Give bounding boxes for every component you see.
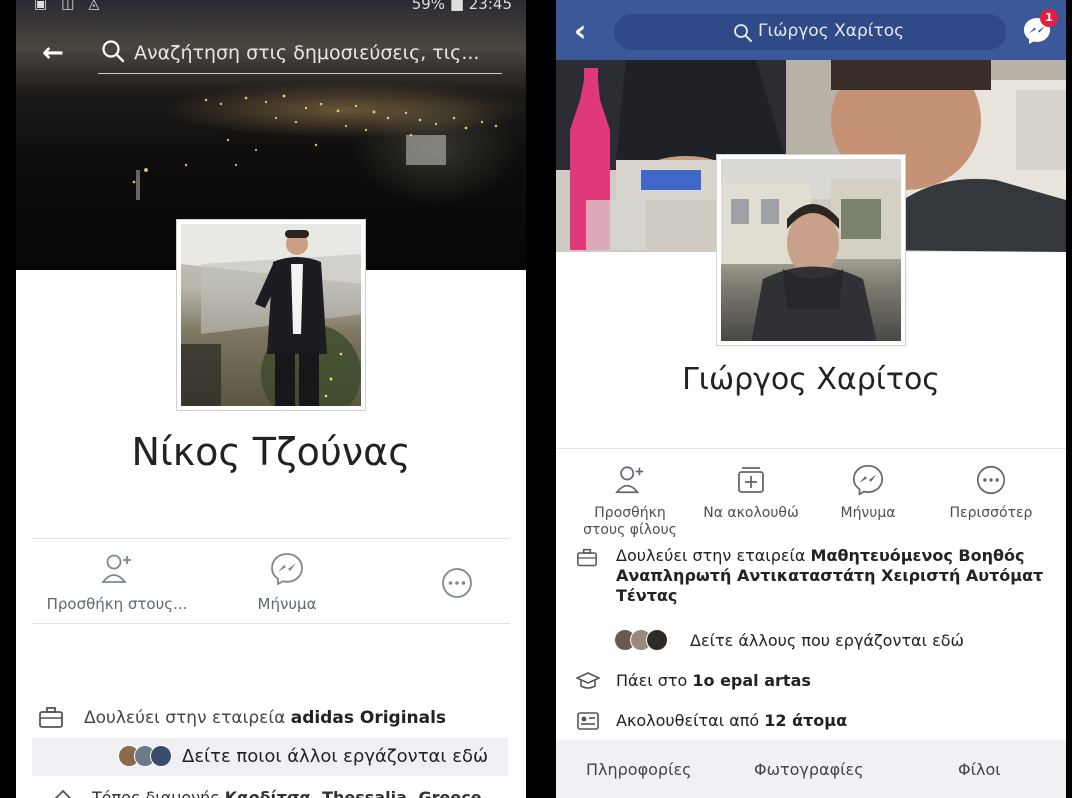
see-coworkers-text: Δείτε ποιοι άλλοι εργάζονται εδώ — [182, 746, 489, 767]
search-query: Γιώργος Χαρίτος — [758, 21, 905, 41]
young-man-hoodie-photo — [721, 159, 901, 341]
left-profile-screenshot: ▣◫◬ 59% ■ 23:45 ← Αναζήτηση στις δημοσιε… — [16, 0, 526, 798]
profile-picture[interactable] — [716, 154, 906, 346]
back-chevron-icon[interactable]: ‹ — [574, 14, 586, 49]
add-friend-icon — [101, 554, 131, 583]
tab-photos[interactable]: Φωτογραφίες — [754, 760, 864, 779]
hometown-value[interactable]: Καρδίτσα, Thessalia, Greece — [225, 788, 482, 798]
followers-icon — [577, 712, 599, 730]
more-options-icon — [976, 465, 1006, 495]
search-icon — [102, 40, 125, 63]
school-name[interactable]: 1ο epal artas — [692, 671, 811, 690]
school-prefix: Πάει στο — [616, 671, 693, 690]
message-button[interactable]: Μήνυμα — [818, 463, 918, 522]
search-field[interactable]: Γιώργος Χαρίτος — [614, 14, 1006, 50]
tab-friends[interactable]: Φίλοι — [958, 760, 1001, 779]
followers-count[interactable]: 12 άτομα — [764, 711, 847, 730]
messenger-icon — [852, 464, 884, 496]
search-placeholder: Αναζήτηση στις δημοσιεύσεις, τις... — [134, 42, 480, 64]
see-coworkers-link[interactable]: Δείτε ποιοι άλλοι εργάζονται εδώ — [32, 738, 508, 776]
more-button[interactable]: Περισσότερ — [936, 463, 1046, 522]
profile-tabs: Πληροφορίες Φωτογραφίες Φίλοι — [556, 740, 1066, 798]
work-row[interactable]: Δουλεύει στην εταιρεία Μαθητευόμενος Βοη… — [556, 546, 1066, 608]
add-friend-button[interactable]: Προσθήκη στους... — [42, 551, 192, 613]
status-bar: ▣◫◬ 59% ■ 23:45 — [16, 0, 526, 18]
add-friend-label-1: Προσθήκη — [594, 505, 666, 521]
followers-prefix: Ακολουθείται από — [616, 711, 765, 730]
see-coworkers-link[interactable]: Δείτε άλλους που εργάζονται εδώ — [556, 628, 1066, 654]
graduation-cap-icon — [576, 672, 600, 689]
home-icon — [54, 789, 72, 798]
hometown-row: Τόπος διαμονής Καρδίτσα, Thessalia, Gree… — [32, 786, 510, 798]
work-row[interactable]: Δουλεύει στην εταιρεία adidas Originals — [32, 700, 510, 736]
coworker-avatars — [614, 629, 668, 651]
hometown-prefix: Τόπος διαμονής — [92, 788, 225, 798]
work-title-line3[interactable]: Τέντας — [616, 586, 677, 605]
more-label: Περισσότερ — [949, 505, 1033, 521]
message-button[interactable]: Μήνυμα — [232, 551, 342, 613]
add-friend-icon — [615, 466, 644, 494]
profile-name: Νίκος Τζούνας — [131, 430, 411, 474]
man-in-suit-photo — [181, 224, 361, 406]
profile-actions: Προσθήκη στους... Μήνυμα — [32, 538, 510, 624]
profile-name: Γιώργος Χαρίτος — [682, 362, 940, 397]
search-input[interactable]: Αναζήτηση στις δημοσιεύσεις, τις... — [98, 36, 502, 74]
more-options-icon — [442, 568, 472, 598]
intro-section: Δουλεύει στην εταιρεία adidas Originals — [32, 700, 510, 736]
followers-row[interactable]: Ακολουθείται από 12 άτομα — [556, 710, 1066, 734]
add-friend-label-2: στους φίλους — [583, 522, 677, 538]
work-prefix: Δουλεύει στην εταιρεία — [616, 546, 811, 565]
follow-icon — [738, 467, 764, 493]
message-label: Μήνυμα — [257, 595, 317, 613]
briefcase-icon — [39, 707, 63, 728]
profile-actions: Προσθήκηστους φίλους Να ακολουθώ Μήνυμα — [556, 448, 1066, 539]
add-friend-button[interactable]: Προσθήκη στους φίλους — [570, 463, 690, 539]
notification-badge: 1 — [1040, 9, 1058, 27]
right-profile-screenshot: ‹ Γιώργος Χαρίτος 1 Γιώργος Χαρίτος Προσ… — [556, 0, 1066, 798]
briefcase-icon — [577, 548, 597, 567]
follow-label: Να ακολουθώ — [703, 505, 799, 521]
message-label: Μήνυμα — [840, 505, 896, 521]
tab-about[interactable]: Πληροφορίες — [586, 760, 692, 779]
add-friend-label: Προσθήκη στους... — [46, 595, 188, 613]
work-title-line2[interactable]: Αναπληρωτή Αντικαταστάτη Χειριστή Αυτόμα… — [616, 566, 1043, 585]
notification-icons: ▣◫◬ — [34, 0, 114, 12]
back-arrow-icon[interactable]: ← — [42, 38, 64, 68]
profile-picture[interactable] — [176, 219, 366, 411]
status-battery-time: 59% ■ 23:45 — [411, 0, 512, 13]
see-coworkers-text: Δείτε άλλους που εργάζονται εδώ — [690, 631, 964, 650]
search-icon — [734, 24, 752, 42]
coworker-avatars — [118, 745, 172, 767]
school-row[interactable]: Πάει στο 1ο epal artas — [556, 670, 1066, 694]
work-prefix: Δουλεύει στην εταιρεία — [84, 708, 291, 728]
more-button[interactable] — [432, 565, 482, 605]
work-company[interactable]: adidas Originals — [291, 708, 446, 728]
work-title-line1[interactable]: Μαθητευόμενος Βοηθός — [811, 546, 1025, 565]
messenger-icon — [271, 553, 303, 586]
follow-button[interactable]: Να ακολουθώ — [696, 463, 806, 522]
